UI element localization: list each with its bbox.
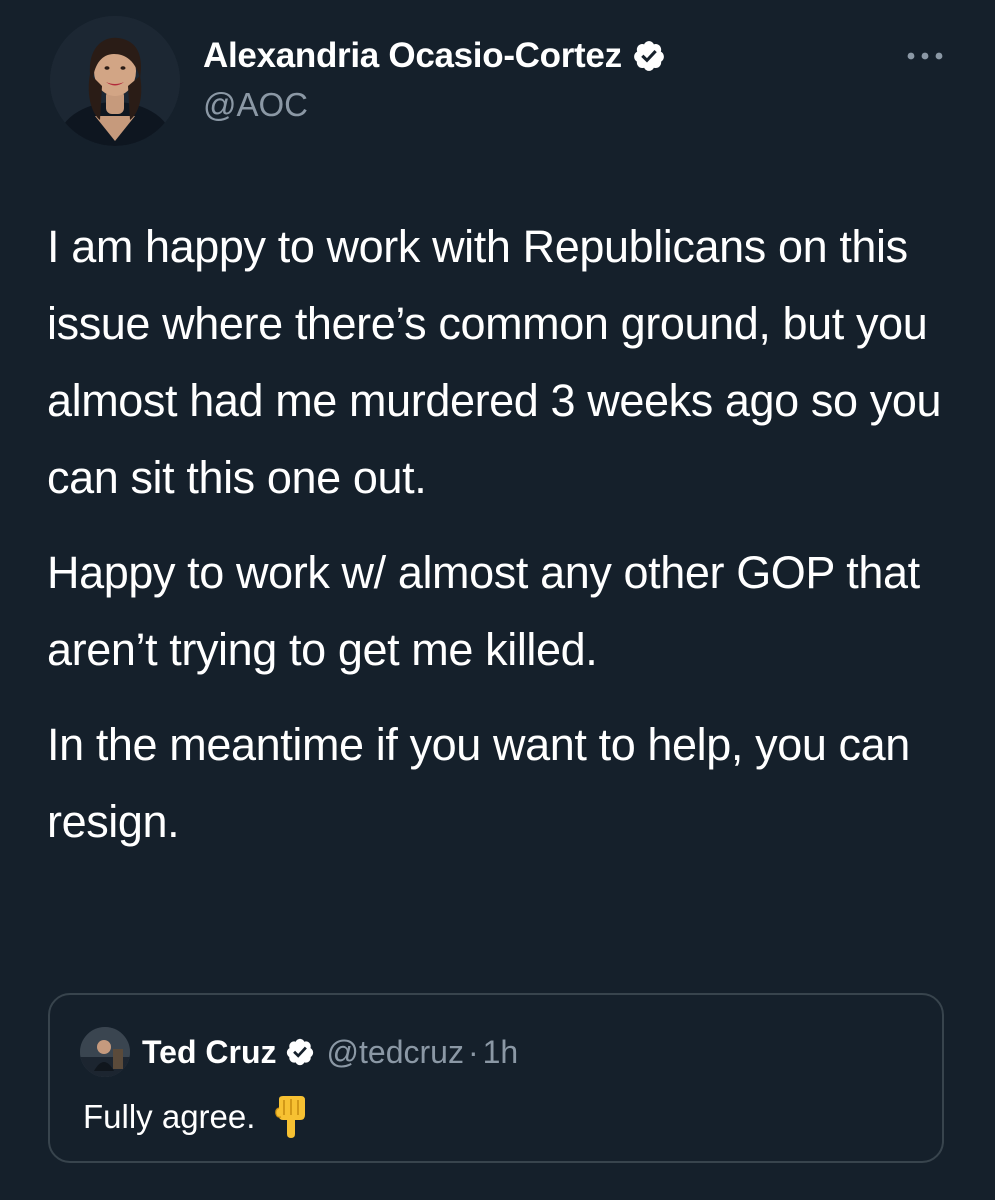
- tweet-paragraph: I am happy to work with Republicans on t…: [47, 221, 942, 503]
- tweet-paragraph: In the meantime if you want to help, you…: [47, 719, 910, 847]
- author-name-label: Alexandria Ocasio-Cortez: [203, 36, 622, 75]
- tweet-text: I am happy to work with Republicans on t…: [47, 208, 947, 860]
- quoted-author-avatar[interactable]: [80, 1027, 130, 1077]
- quoted-tweet-text: Fully agree.: [83, 1095, 307, 1139]
- verified-badge-icon: [286, 1038, 313, 1066]
- quoted-tweet-card[interactable]: Ted Cruz @tedcruz · 1h Fully agree.: [48, 993, 944, 1163]
- author-name[interactable]: Alexandria Ocasio-Cortez: [203, 36, 666, 76]
- more-options-icon[interactable]: [900, 44, 950, 68]
- quoted-tweet-text-label: Fully agree.: [83, 1098, 256, 1135]
- author-handle[interactable]: @AOC: [203, 86, 308, 124]
- backhand-index-pointing-down-icon: [275, 1096, 306, 1138]
- profile-photo-icon: [50, 16, 180, 146]
- author-avatar[interactable]: [50, 16, 180, 146]
- quoted-author-name[interactable]: Ted Cruz: [142, 1034, 277, 1071]
- quoted-author-handle[interactable]: @tedcruz: [327, 1034, 464, 1071]
- quoted-tweet-timestamp[interactable]: 1h: [483, 1034, 519, 1071]
- tweet-paragraph: Happy to work w/ almost any other GOP th…: [47, 547, 920, 675]
- separator-dot: ·: [467, 1033, 479, 1070]
- profile-photo-icon: [80, 1027, 130, 1077]
- quoted-tweet-header: Ted Cruz @tedcruz · 1h: [80, 1027, 518, 1077]
- tweet-header: Alexandria Ocasio-Cortez @AOC: [0, 0, 995, 160]
- verified-badge-icon: [633, 41, 664, 71]
